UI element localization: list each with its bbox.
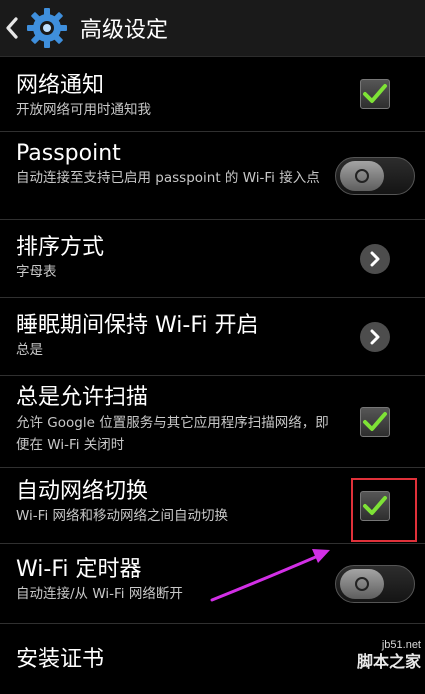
setting-title: Passpoint [16,141,121,166]
toggle-knob [340,568,384,599]
wifi-timer-toggle[interactable] [335,564,415,603]
setting-wifi-timer[interactable]: Wi-Fi 定时器 自动连接/从 Wi-Fi 网络断开 [0,544,425,624]
setting-subtitle: Wi-Fi 网络和移动网络之间自动切换 [16,508,228,524]
setting-title: 睡眠期间保持 Wi-Fi 开启 [16,313,259,338]
network-notification-checkbox[interactable] [360,79,390,109]
setting-title: 总是允许扫描 [16,385,149,410]
setting-always-allow-scan[interactable]: 总是允许扫描 允许 Google 位置服务与其它应用程序扫描网络，即便在 Wi-… [0,376,425,468]
setting-network-notification[interactable]: 网络通知 开放网络可用时通知我 [0,57,425,132]
setting-sort-order[interactable]: 排序方式 字母表 [0,220,425,298]
chevron-right-icon[interactable] [360,321,390,352]
setting-title: 网络通知 [16,73,105,98]
passpoint-toggle[interactable] [335,156,415,195]
title-bar: 高级设定 [0,0,425,57]
always-allow-scan-checkbox[interactable] [360,406,390,437]
settings-list: 网络通知 开放网络可用时通知我 Passpoint 自动连接至支持已启用 pas… [0,57,425,694]
setting-subtitle: 允许 Google 位置服务与其它应用程序扫描网络，即便在 Wi-Fi 关闭时 [16,415,329,453]
setting-subtitle: 开放网络可用时通知我 [16,102,151,118]
setting-subtitle: 字母表 [16,264,57,280]
watermark-name: 脚本之家 [356,654,421,671]
setting-title: 安装证书 [16,647,105,672]
page-title: 高级设定 [80,18,169,43]
back-chevron-icon[interactable] [0,0,24,56]
gear-icon [27,8,67,48]
highlight-box [351,478,417,542]
setting-keep-wifi-on[interactable]: 睡眠期间保持 Wi-Fi 开启 总是 [0,298,425,376]
setting-title: 排序方式 [16,235,105,260]
checkmark-icon [363,84,387,103]
setting-title: 自动网络切换 [16,479,149,504]
setting-subtitle: 总是 [16,342,43,358]
setting-subtitle: 自动连接至支持已启用 passpoint 的 Wi-Fi 接入点 [16,170,320,186]
watermark-site: jb51.net [381,639,421,651]
setting-title: Wi-Fi 定时器 [16,557,142,582]
chevron-right-icon[interactable] [360,243,390,274]
checkmark-icon [363,411,387,431]
setting-passpoint[interactable]: Passpoint 自动连接至支持已启用 passpoint 的 Wi-Fi 接… [0,132,425,220]
setting-subtitle: 自动连接/从 Wi-Fi 网络断开 [16,586,183,602]
toggle-knob [340,160,384,191]
watermark: jb51.net 脚本之家 [339,638,421,678]
